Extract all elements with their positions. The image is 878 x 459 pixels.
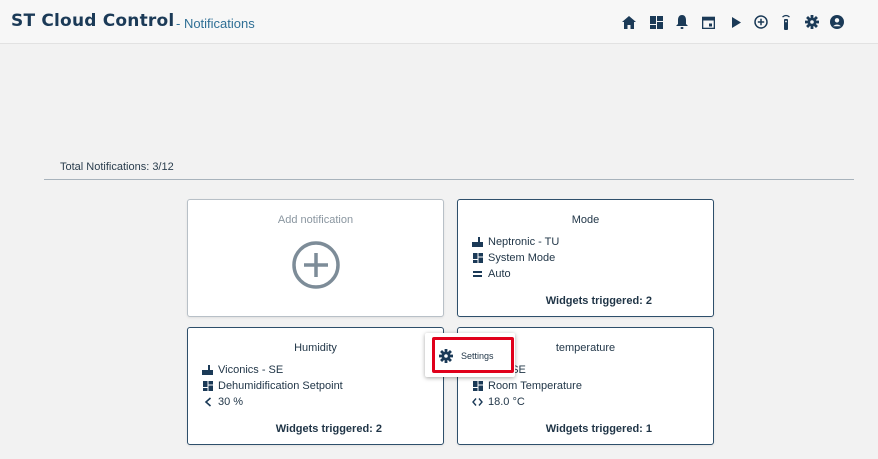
device-icon — [472, 237, 483, 247]
device-row: Neptronic - TU — [472, 236, 559, 248]
add-circle-icon[interactable] — [752, 13, 770, 31]
widgets-triggered: Widgets triggered: 2 — [545, 295, 652, 307]
device-row: Viconics - SE — [202, 364, 283, 376]
widgets-triggered: Widgets triggered: 1 — [545, 423, 652, 435]
dashboard-icon[interactable] — [647, 13, 665, 31]
app-title[interactable]: ST Cloud Control — [11, 11, 174, 31]
point-row: Dehumidification Setpoint — [202, 380, 343, 392]
point-row: System Mode — [472, 252, 555, 264]
condition-value: 18.0 °C — [488, 396, 525, 408]
account-icon[interactable] — [828, 13, 846, 31]
point-name: Room Temperature — [488, 380, 582, 392]
widgets-triggered: Widgets triggered: 2 — [275, 423, 382, 435]
device-name: Viconics - SE — [218, 364, 284, 376]
card-context-menu: Settings — [425, 333, 515, 377]
dashboard-icon — [472, 253, 483, 263]
point-name: System Mode — [488, 252, 556, 264]
less-than-icon — [202, 397, 213, 407]
device-name: Neptronic - TU — [488, 236, 560, 248]
equals-icon — [472, 269, 483, 279]
dashboard-icon — [202, 381, 213, 391]
bell-icon[interactable] — [673, 13, 691, 31]
calendar-icon[interactable] — [699, 13, 717, 31]
remote-icon[interactable] — [777, 13, 795, 31]
settings-menu-item[interactable]: Settings — [432, 342, 510, 369]
add-circle-icon[interactable] — [291, 240, 341, 290]
settings-label: Settings — [461, 350, 494, 361]
total-notifications-label: Total Notifications: 3/12 — [60, 161, 174, 173]
add-notification-card[interactable]: Add notification — [187, 199, 444, 317]
condition-row: 30 % — [202, 396, 243, 408]
gear-icon[interactable] — [803, 13, 821, 31]
card-title: Humidity — [294, 342, 337, 354]
condition-row: Auto — [472, 268, 511, 280]
notification-card-mode[interactable]: Mode Neptronic - TU System Mode Auto Wid… — [457, 199, 714, 317]
condition-row: 18.0 °C — [472, 396, 525, 408]
app-header: ST Cloud Control - Notifications — [0, 0, 878, 44]
add-notification-label: Add notification — [277, 214, 354, 226]
divider — [44, 179, 854, 180]
point-name: Dehumidification Setpoint — [218, 380, 343, 392]
device-icon — [202, 365, 213, 375]
page-title: - Notifications — [176, 16, 255, 31]
not-equal-icon — [472, 397, 483, 407]
home-icon[interactable] — [620, 13, 638, 31]
dashboard-icon — [472, 381, 483, 391]
gear-icon — [439, 348, 453, 363]
play-icon[interactable] — [727, 13, 745, 31]
notification-card-humidity[interactable]: Humidity Viconics - SE Dehumidification … — [187, 327, 444, 445]
condition-value: Auto — [488, 268, 511, 280]
condition-value: 30 % — [218, 396, 244, 408]
point-row: Room Temperature — [472, 380, 582, 392]
card-title: Mode — [571, 214, 600, 226]
